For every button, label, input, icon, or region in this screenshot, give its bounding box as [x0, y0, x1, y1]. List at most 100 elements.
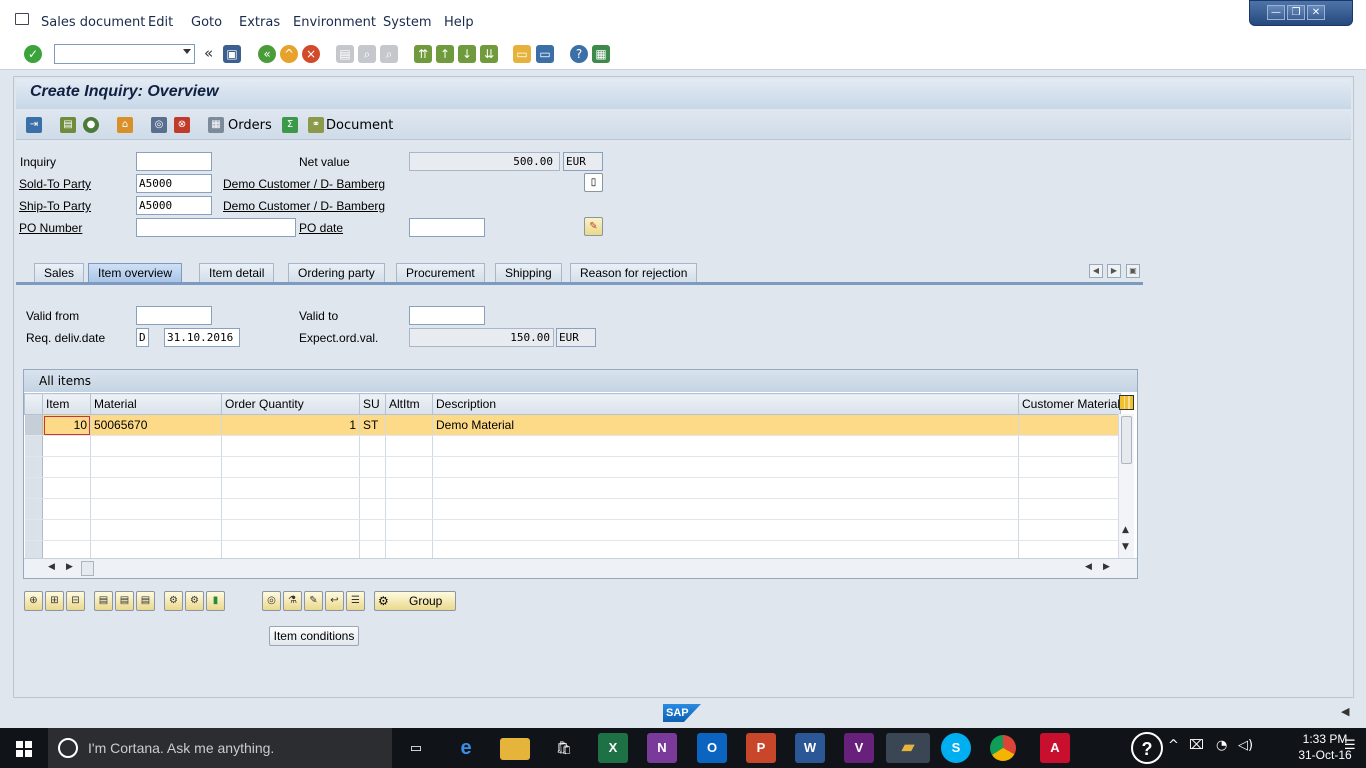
- chevron-down-icon[interactable]: [183, 49, 191, 54]
- empty-cell[interactable]: [385, 519, 433, 541]
- notifications-icon[interactable]: ☰: [1344, 738, 1356, 753]
- last-page-icon[interactable]: ⇊: [480, 45, 498, 63]
- menu-help[interactable]: Help: [444, 15, 474, 30]
- start-button[interactable]: [0, 728, 48, 768]
- row-selector[interactable]: [24, 456, 43, 478]
- empty-cell[interactable]: [42, 498, 91, 520]
- cell-quantity[interactable]: 1: [221, 414, 360, 436]
- row-selector[interactable]: [24, 414, 43, 436]
- menu-sales-document[interactable]: Sales document: [41, 15, 145, 30]
- display-object-icon[interactable]: ◎: [151, 117, 167, 133]
- empty-cell[interactable]: [42, 456, 91, 478]
- po-number-field[interactable]: [136, 218, 296, 237]
- empty-cell[interactable]: [359, 456, 386, 478]
- first-page-icon[interactable]: ⇈: [414, 45, 432, 63]
- partner-icon[interactable]: ●: [83, 117, 99, 133]
- create-session-icon[interactable]: ▭: [513, 45, 531, 63]
- column-settings-icon[interactable]: [1119, 395, 1134, 410]
- item-return-icon[interactable]: ↩: [325, 591, 344, 611]
- delete-object-icon[interactable]: ⊗: [174, 117, 190, 133]
- empty-cell[interactable]: [90, 456, 222, 478]
- horizontal-scrollbar[interactable]: ◀ ▶ ◀ ▶: [24, 558, 1137, 578]
- menu-edit[interactable]: Edit: [148, 15, 173, 30]
- empty-cell[interactable]: [359, 477, 386, 499]
- empty-cell[interactable]: [42, 519, 91, 541]
- insert-row-icon[interactable]: ⊞: [45, 591, 64, 611]
- tab-ordering-party[interactable]: Ordering party: [288, 263, 385, 282]
- table-row[interactable]: [24, 456, 1122, 478]
- empty-cell[interactable]: [385, 477, 433, 499]
- orders-button[interactable]: Orders: [228, 118, 272, 133]
- cell-altitm[interactable]: [385, 414, 433, 436]
- empty-cell[interactable]: [1018, 456, 1122, 478]
- empty-cell[interactable]: [221, 498, 360, 520]
- column-material[interactable]: Material: [90, 393, 222, 415]
- scroll-left-end-icon[interactable]: ◀: [1085, 562, 1092, 572]
- cell-su[interactable]: ST: [359, 414, 386, 436]
- sold-to-field[interactable]: A5000: [136, 174, 212, 193]
- vertical-scrollbar[interactable]: ▲ ▼: [1118, 414, 1134, 558]
- menu-goto[interactable]: Goto: [191, 15, 222, 30]
- task-view-icon[interactable]: ▭: [401, 733, 431, 763]
- po-number-label[interactable]: PO Number: [19, 221, 82, 235]
- tab-reason-for-rejection[interactable]: Reason for rejection: [570, 263, 698, 282]
- skype-icon[interactable]: S: [941, 733, 971, 763]
- empty-cell[interactable]: [42, 477, 91, 499]
- cell-item[interactable]: 10: [42, 414, 91, 436]
- config-icon[interactable]: ⚙: [164, 591, 183, 611]
- empty-cell[interactable]: [42, 435, 91, 457]
- help-tray-icon[interactable]: ?: [1131, 732, 1163, 764]
- enter-check-icon[interactable]: ✓: [24, 45, 42, 63]
- table-row[interactable]: [24, 435, 1122, 457]
- empty-cell[interactable]: [432, 519, 1019, 541]
- next-page-icon[interactable]: ↓: [458, 45, 476, 63]
- scroll-right-icon[interactable]: ▶: [66, 562, 73, 572]
- po-date-field[interactable]: [409, 218, 485, 237]
- empty-cell[interactable]: [90, 477, 222, 499]
- empty-cell[interactable]: [359, 435, 386, 457]
- availability-icon[interactable]: ⚗: [283, 591, 302, 611]
- scroll-thumb[interactable]: [1121, 416, 1132, 464]
- empty-cell[interactable]: [90, 498, 222, 520]
- cell-customer-material[interactable]: [1018, 414, 1122, 436]
- select-all-icon[interactable]: ▤: [94, 591, 113, 611]
- empty-cell[interactable]: [221, 477, 360, 499]
- word-icon[interactable]: W: [795, 733, 825, 763]
- outlook-icon[interactable]: O: [697, 733, 727, 763]
- visual-studio-icon[interactable]: V: [844, 733, 874, 763]
- print-icon[interactable]: ▤: [336, 45, 354, 63]
- powerpoint-icon[interactable]: P: [746, 733, 776, 763]
- menu-environment[interactable]: Environment: [293, 15, 376, 30]
- table-row[interactable]: [24, 519, 1122, 541]
- customize-layout-icon[interactable]: ▦: [592, 45, 610, 63]
- previous-page-icon[interactable]: ↑: [436, 45, 454, 63]
- column-order-quantity[interactable]: Order Quantity: [221, 393, 360, 415]
- tab-item-overview[interactable]: Item overview: [88, 263, 183, 282]
- help-icon[interactable]: ?: [570, 45, 588, 63]
- find-icon[interactable]: ⌕: [358, 45, 376, 63]
- column-su[interactable]: SU: [359, 393, 386, 415]
- row-selector[interactable]: [24, 498, 43, 520]
- onenote-icon[interactable]: N: [647, 733, 677, 763]
- cancel-icon[interactable]: ×: [302, 45, 320, 63]
- ship-to-name[interactable]: Demo Customer / D- Bamberg: [223, 199, 385, 213]
- menu-extras[interactable]: Extras: [239, 15, 280, 30]
- empty-cell[interactable]: [432, 477, 1019, 499]
- document-button[interactable]: Document: [326, 118, 393, 133]
- empty-cell[interactable]: [385, 498, 433, 520]
- row-selector[interactable]: [24, 519, 43, 541]
- hscroll-thumb[interactable]: [81, 561, 94, 576]
- column-description[interactable]: Description: [432, 393, 1019, 415]
- req-deliv-date-field[interactable]: 31.10.2016: [164, 328, 240, 347]
- row-selector[interactable]: [24, 435, 43, 457]
- po-date-label[interactable]: PO date: [299, 221, 343, 235]
- sold-to-label[interactable]: Sold-To Party: [19, 177, 91, 191]
- find-next-icon[interactable]: ⌕: [380, 45, 398, 63]
- empty-cell[interactable]: [221, 456, 360, 478]
- scroll-up-icon[interactable]: ▲: [1122, 525, 1129, 535]
- tab-list-icon[interactable]: ▣: [1126, 264, 1140, 278]
- table-row[interactable]: 10 50065670 1 ST Demo Material: [24, 414, 1122, 436]
- show-hidden-icon[interactable]: ^: [1168, 738, 1179, 753]
- sum-icon[interactable]: Σ: [282, 117, 298, 133]
- column-customer-material[interactable]: Customer Material: [1017, 393, 1122, 415]
